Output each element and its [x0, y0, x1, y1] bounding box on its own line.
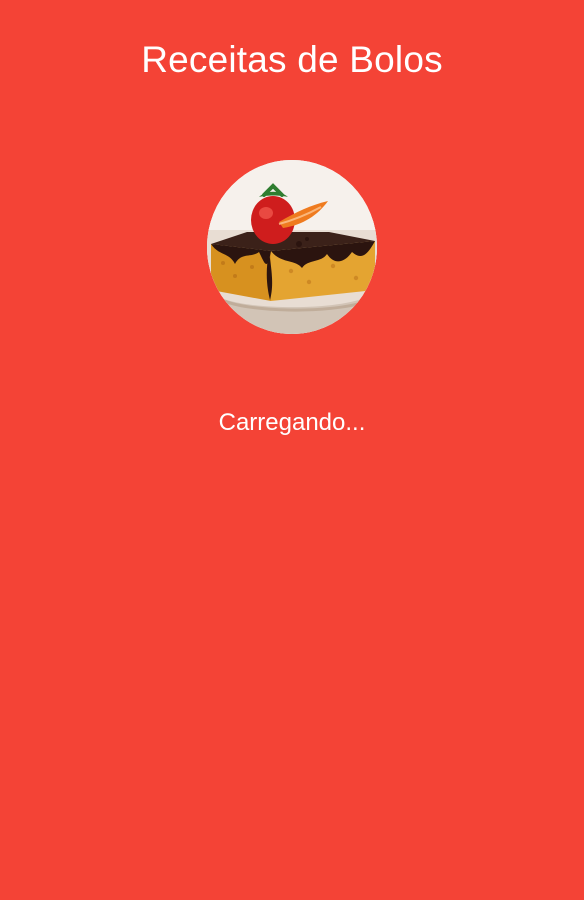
- splash-screen: Receitas de Bolos Carregando...: [0, 0, 584, 900]
- cake-slice-icon: [207, 160, 377, 334]
- loading-text: Carregando...: [218, 409, 366, 436]
- cake-logo: [207, 160, 377, 334]
- app-title: Receitas de Bolos: [141, 39, 443, 80]
